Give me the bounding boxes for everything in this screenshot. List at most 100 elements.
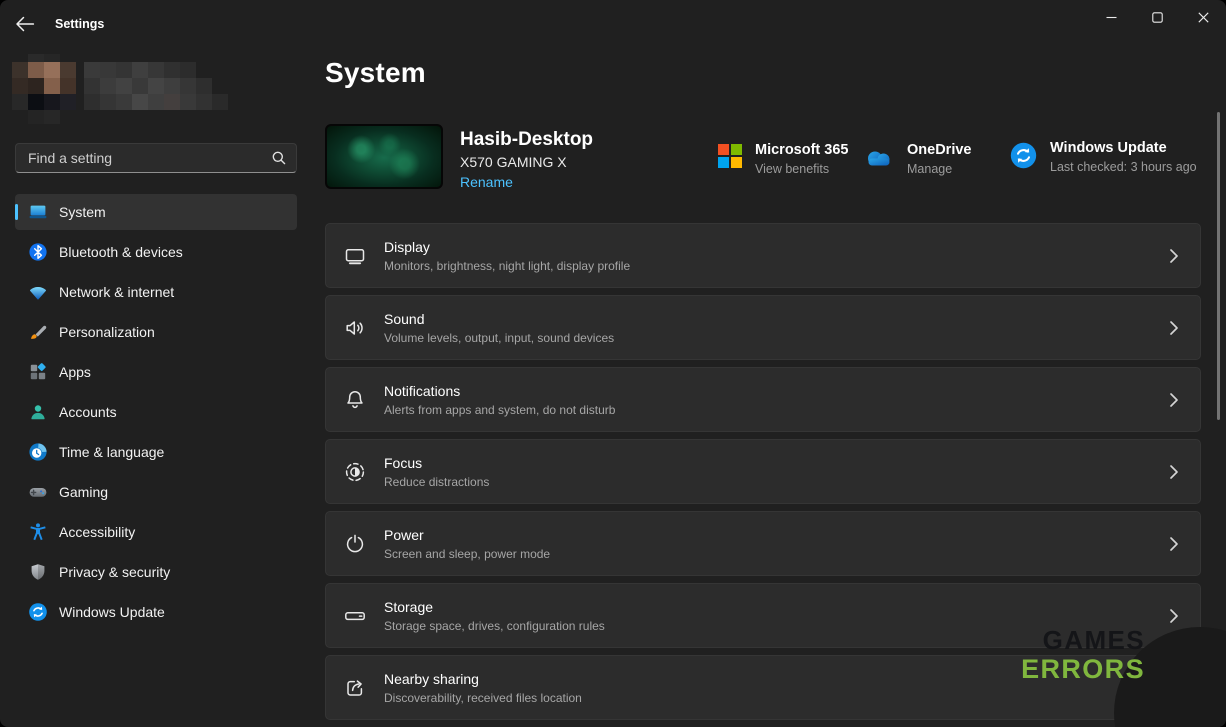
row-subtitle: Storage space, drives, configuration rul…	[384, 619, 605, 633]
shield-icon	[28, 562, 48, 582]
close-icon	[1198, 12, 1209, 23]
sidebar-item-label: Windows Update	[59, 604, 165, 620]
sidebar-item-label: Gaming	[59, 484, 108, 500]
settings-row-display[interactable]: Display Monitors, brightness, night ligh…	[325, 223, 1201, 288]
nearby-sharing-icon	[343, 676, 367, 700]
clock-globe-icon	[28, 442, 48, 462]
person-icon	[28, 402, 48, 422]
chevron-right-icon	[1169, 608, 1179, 624]
search-box	[15, 143, 297, 173]
sidebar-item-label: Bluetooth & devices	[59, 244, 183, 260]
chevron-right-icon	[1169, 536, 1179, 552]
bluetooth-icon	[28, 242, 48, 262]
sidebar-item-label: Personalization	[59, 324, 155, 340]
row-title: Nearby sharing	[384, 671, 582, 688]
row-title: Storage	[384, 599, 605, 616]
chevron-right-icon	[1169, 392, 1179, 408]
display-icon	[343, 244, 367, 268]
microsoft-365-widget[interactable]: Microsoft 365 View benefits	[718, 142, 848, 176]
widget-title: Microsoft 365	[755, 142, 848, 159]
maximize-icon	[1152, 12, 1163, 23]
sidebar-item-label: Network & internet	[59, 284, 174, 300]
onedrive-cloud-icon	[864, 148, 894, 176]
gamepad-icon	[28, 482, 48, 502]
sidebar-item-windows-update[interactable]: Windows Update	[15, 594, 297, 630]
sidebar-item-time-language[interactable]: Time & language	[15, 434, 297, 470]
sidebar-item-system[interactable]: System	[15, 194, 297, 230]
onedrive-widget[interactable]: OneDrive Manage	[864, 142, 971, 176]
row-title: Sound	[384, 311, 614, 328]
rename-link[interactable]: Rename	[460, 174, 513, 190]
settings-row-focus[interactable]: Focus Reduce distractions	[325, 439, 1201, 504]
sidebar-nav: System Bluetooth & devices Network & int…	[15, 194, 297, 634]
vertical-scrollbar[interactable]	[1217, 112, 1220, 420]
apps-icon	[28, 362, 48, 382]
sidebar-item-bluetooth-devices[interactable]: Bluetooth & devices	[15, 234, 297, 270]
back-arrow-icon	[14, 15, 36, 33]
minimize-button[interactable]	[1088, 0, 1134, 34]
row-title: Notifications	[384, 383, 615, 400]
sidebar-item-personalization[interactable]: Personalization	[15, 314, 297, 350]
row-subtitle: Volume levels, output, input, sound devi…	[384, 331, 614, 345]
windows-update-icon	[28, 602, 48, 622]
selection-indicator	[15, 204, 18, 220]
storage-drive-icon	[343, 604, 367, 628]
chevron-right-icon	[1169, 320, 1179, 336]
microsoft-logo-icon	[718, 144, 742, 176]
settings-window: Settings	[0, 0, 1226, 727]
windows-update-icon	[1010, 142, 1037, 174]
row-subtitle: Discoverability, received files location	[384, 691, 582, 705]
row-subtitle: Reduce distractions	[384, 475, 489, 489]
watermark-line-errors: ERRORS	[1021, 656, 1145, 683]
device-model: X570 GAMING X	[460, 154, 567, 170]
chevron-right-icon	[1169, 464, 1179, 480]
widget-subtitle: Last checked: 3 hours ago	[1050, 160, 1197, 174]
sidebar-item-privacy-security[interactable]: Privacy & security	[15, 554, 297, 590]
settings-row-sound[interactable]: Sound Volume levels, output, input, soun…	[325, 295, 1201, 360]
sound-icon	[343, 316, 367, 340]
settings-row-notifications[interactable]: Notifications Alerts from apps and syste…	[325, 367, 1201, 432]
redacted-user-avatar-and-name	[12, 54, 228, 128]
watermark-line-games: GAMES	[1021, 627, 1145, 653]
row-subtitle: Screen and sleep, power mode	[384, 547, 550, 561]
row-subtitle: Monitors, brightness, night light, displ…	[384, 259, 630, 273]
power-icon	[343, 532, 367, 556]
device-wallpaper-thumbnail	[325, 124, 443, 189]
games-errors-watermark: GAMES ERRORS	[1021, 627, 1145, 683]
window-controls	[1088, 0, 1226, 34]
row-subtitle: Alerts from apps and system, do not dist…	[384, 403, 615, 417]
sidebar-item-label: Accounts	[59, 404, 117, 420]
widget-title: Windows Update	[1050, 140, 1197, 157]
close-button[interactable]	[1180, 0, 1226, 34]
row-title: Power	[384, 527, 550, 544]
system-icon	[28, 202, 48, 222]
sidebar-item-label: Accessibility	[59, 524, 135, 540]
app-title: Settings	[55, 17, 104, 31]
sidebar-item-label: Privacy & security	[59, 564, 170, 580]
widget-subtitle: Manage	[907, 162, 971, 176]
page-title: System	[325, 57, 426, 89]
sidebar-item-apps[interactable]: Apps	[15, 354, 297, 390]
minimize-icon	[1106, 12, 1117, 23]
chevron-right-icon	[1169, 248, 1179, 264]
sidebar-item-network-internet[interactable]: Network & internet	[15, 274, 297, 310]
sidebar-item-label: System	[59, 204, 106, 220]
notifications-bell-icon	[343, 388, 367, 412]
maximize-button[interactable]	[1134, 0, 1180, 34]
sidebar-item-gaming[interactable]: Gaming	[15, 474, 297, 510]
device-name: Hasib-Desktop	[460, 129, 593, 151]
row-title: Focus	[384, 455, 489, 472]
sidebar-item-label: Apps	[59, 364, 91, 380]
sidebar-item-accessibility[interactable]: Accessibility	[15, 514, 297, 550]
focus-icon	[343, 460, 367, 484]
paintbrush-icon	[28, 322, 48, 342]
settings-row-power[interactable]: Power Screen and sleep, power mode	[325, 511, 1201, 576]
titlebar: Settings	[0, 0, 1226, 48]
search-input[interactable]	[15, 143, 297, 173]
sidebar-item-accounts[interactable]: Accounts	[15, 394, 297, 430]
widget-title: OneDrive	[907, 142, 971, 159]
windows-update-widget[interactable]: Windows Update Last checked: 3 hours ago	[1010, 140, 1197, 174]
back-button[interactable]	[14, 12, 40, 36]
wifi-icon	[28, 282, 48, 302]
accessibility-person-icon	[28, 522, 48, 542]
